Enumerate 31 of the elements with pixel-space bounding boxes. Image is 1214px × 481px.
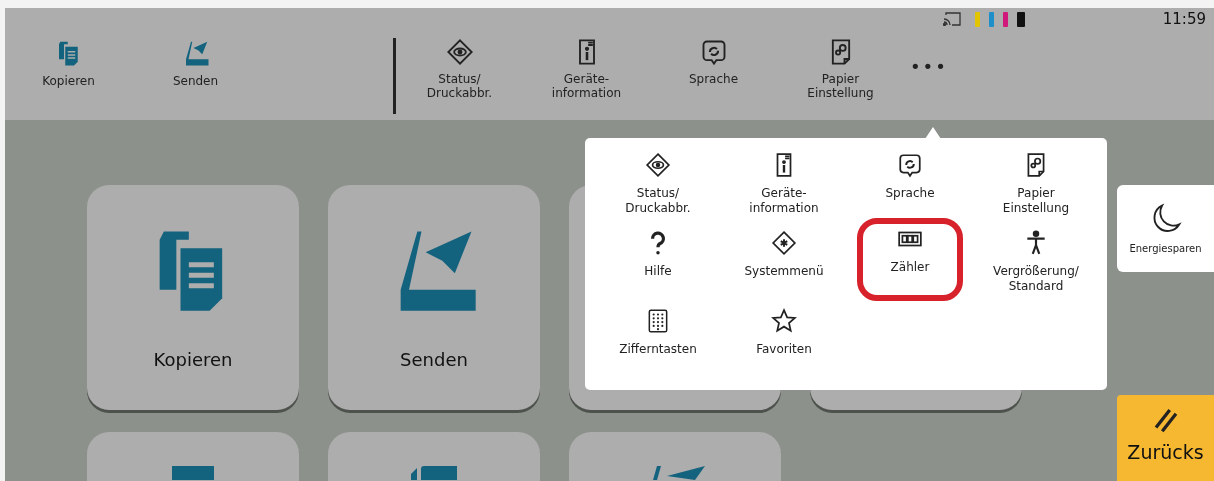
bar-icon bbox=[172, 466, 214, 480]
star-icon bbox=[771, 308, 797, 334]
tile-label: Kopieren bbox=[153, 349, 233, 370]
cast-icon bbox=[942, 12, 961, 26]
app-tile[interactable]: Kopieren bbox=[87, 185, 299, 410]
toolbar-button[interactable]: Status/ Druckabbr. bbox=[396, 38, 523, 100]
menu-item[interactable]: Hilfe bbox=[595, 228, 721, 306]
eye-diamond-icon bbox=[445, 38, 474, 66]
energy-saver-button[interactable]: Energiesparen bbox=[1117, 185, 1214, 273]
menu-item[interactable]: Status/ Druckabbr. bbox=[595, 150, 721, 228]
menu-item[interactable]: Favoriten bbox=[721, 306, 847, 384]
speech-bubble-icon bbox=[897, 152, 923, 178]
menu-item[interactable]: Geräte- information bbox=[721, 150, 847, 228]
tile-label: Senden bbox=[400, 349, 468, 370]
toolbar-button[interactable]: Geräte- information bbox=[523, 38, 650, 100]
copy-icon bbox=[411, 466, 457, 480]
menu-item[interactable]: Zähler bbox=[857, 218, 963, 301]
eye-diamond-icon bbox=[645, 152, 671, 178]
clock-time: 11:59 bbox=[1162, 10, 1206, 28]
menu-item[interactable]: Systemmenü bbox=[721, 228, 847, 306]
app-tile[interactable]: Senden bbox=[328, 185, 540, 410]
menu-item[interactable]: Vergrößerung/ Standard bbox=[973, 228, 1099, 306]
asterisk-diamond-icon bbox=[771, 230, 797, 256]
toolbar-button[interactable]: Kopieren bbox=[5, 38, 132, 88]
toolbar-button[interactable]: Papier Einstellung bbox=[777, 38, 904, 100]
toolbar-button[interactable]: Senden bbox=[132, 38, 259, 88]
menu-item[interactable]: Papier Einstellung bbox=[973, 150, 1099, 228]
toolbar-button[interactable]: Sprache bbox=[650, 38, 777, 86]
more-button[interactable]: ••• bbox=[904, 56, 954, 77]
menu-item[interactable]: Zifferntasten bbox=[595, 306, 721, 384]
back-button[interactable]: Zurücks bbox=[1117, 395, 1214, 481]
